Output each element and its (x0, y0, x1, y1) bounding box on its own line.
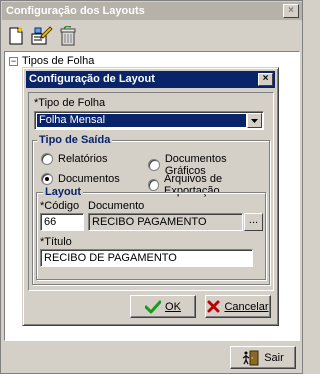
tree-expander[interactable]: − (9, 56, 18, 66)
tree-node-tipos-de-folha[interactable]: − Tipos de Folha (9, 55, 94, 67)
ok-button[interactable]: OK (130, 295, 196, 318)
dialog-titlebar: Configuração de Layout × (26, 71, 275, 88)
ok-label: OK (165, 300, 181, 313)
new-document-button[interactable] (5, 25, 27, 47)
radio-label-relatorios: Relatórios (58, 153, 108, 165)
titulo-label: *Título (40, 236, 72, 248)
radio-circle (148, 159, 160, 171)
tipo-saida-title: Tipo de Saída (37, 134, 113, 146)
layout-group: Layout *Código 66 Documento RECIBO PAGAM… (36, 186, 266, 280)
documento-field[interactable]: RECIBO PAGAMENTO (88, 213, 243, 231)
exit-door-icon (242, 350, 259, 365)
outer-titlebar: Configuração dos Layouts × (2, 2, 302, 20)
radio-circle (41, 153, 53, 165)
toolbar (5, 25, 79, 49)
chevron-down-icon (251, 118, 258, 123)
radio-label-documentos: Documentos (58, 173, 120, 185)
dialog-title: Configuração de Layout (29, 73, 155, 85)
edit-icon (31, 26, 53, 45)
tree-node-label[interactable]: Tipos de Folha (22, 55, 94, 67)
dialog-close-button[interactable]: × (258, 73, 273, 86)
titulo-field[interactable]: RECIBO DE PAGAMENTO (40, 249, 253, 267)
bottom-bar: Sair (4, 343, 300, 373)
cancel-button[interactable]: Cancelar (205, 295, 271, 318)
layout-config-dialog: Configuração de Layout × *Tipo de Folha … (22, 67, 279, 326)
codigo-field[interactable]: 66 (40, 213, 84, 231)
tipo-saida-group: Tipo de Saída Relatórios Documentos Gráf… (32, 134, 270, 285)
cancel-label: Cancelar (224, 300, 269, 313)
documento-label: Documento (88, 200, 145, 212)
delete-button[interactable] (57, 25, 79, 47)
codigo-label: *Código (40, 200, 80, 212)
new-document-icon (9, 27, 23, 45)
outer-window-title: Configuração dos Layouts (6, 5, 145, 17)
sair-button[interactable]: Sair (230, 346, 296, 369)
select-dropdown-button[interactable] (247, 113, 262, 128)
tipo-folha-select[interactable]: Folha Mensal (34, 111, 264, 130)
radio-dot (45, 177, 49, 181)
close-x-icon (207, 300, 220, 313)
edit-button[interactable] (31, 25, 53, 47)
radio-documentos[interactable]: Documentos (41, 173, 120, 185)
documento-browse-button[interactable]: ... (244, 213, 263, 231)
dialog-inner-panel: *Tipo de Folha Folha Mensal Tipo de Saíd… (28, 92, 274, 291)
trash-icon (60, 26, 76, 46)
tipo-folha-value: Folha Mensal (37, 114, 246, 127)
layout-group-title: Layout (43, 186, 84, 198)
tipo-folha-label: *Tipo de Folha (34, 97, 106, 109)
radio-circle (148, 179, 159, 191)
radio-relatorios[interactable]: Relatórios (41, 153, 108, 165)
outer-close-button[interactable]: × (283, 4, 299, 18)
check-icon (145, 300, 162, 313)
sair-label: Sair (264, 351, 284, 364)
radio-circle-selected (41, 173, 53, 185)
